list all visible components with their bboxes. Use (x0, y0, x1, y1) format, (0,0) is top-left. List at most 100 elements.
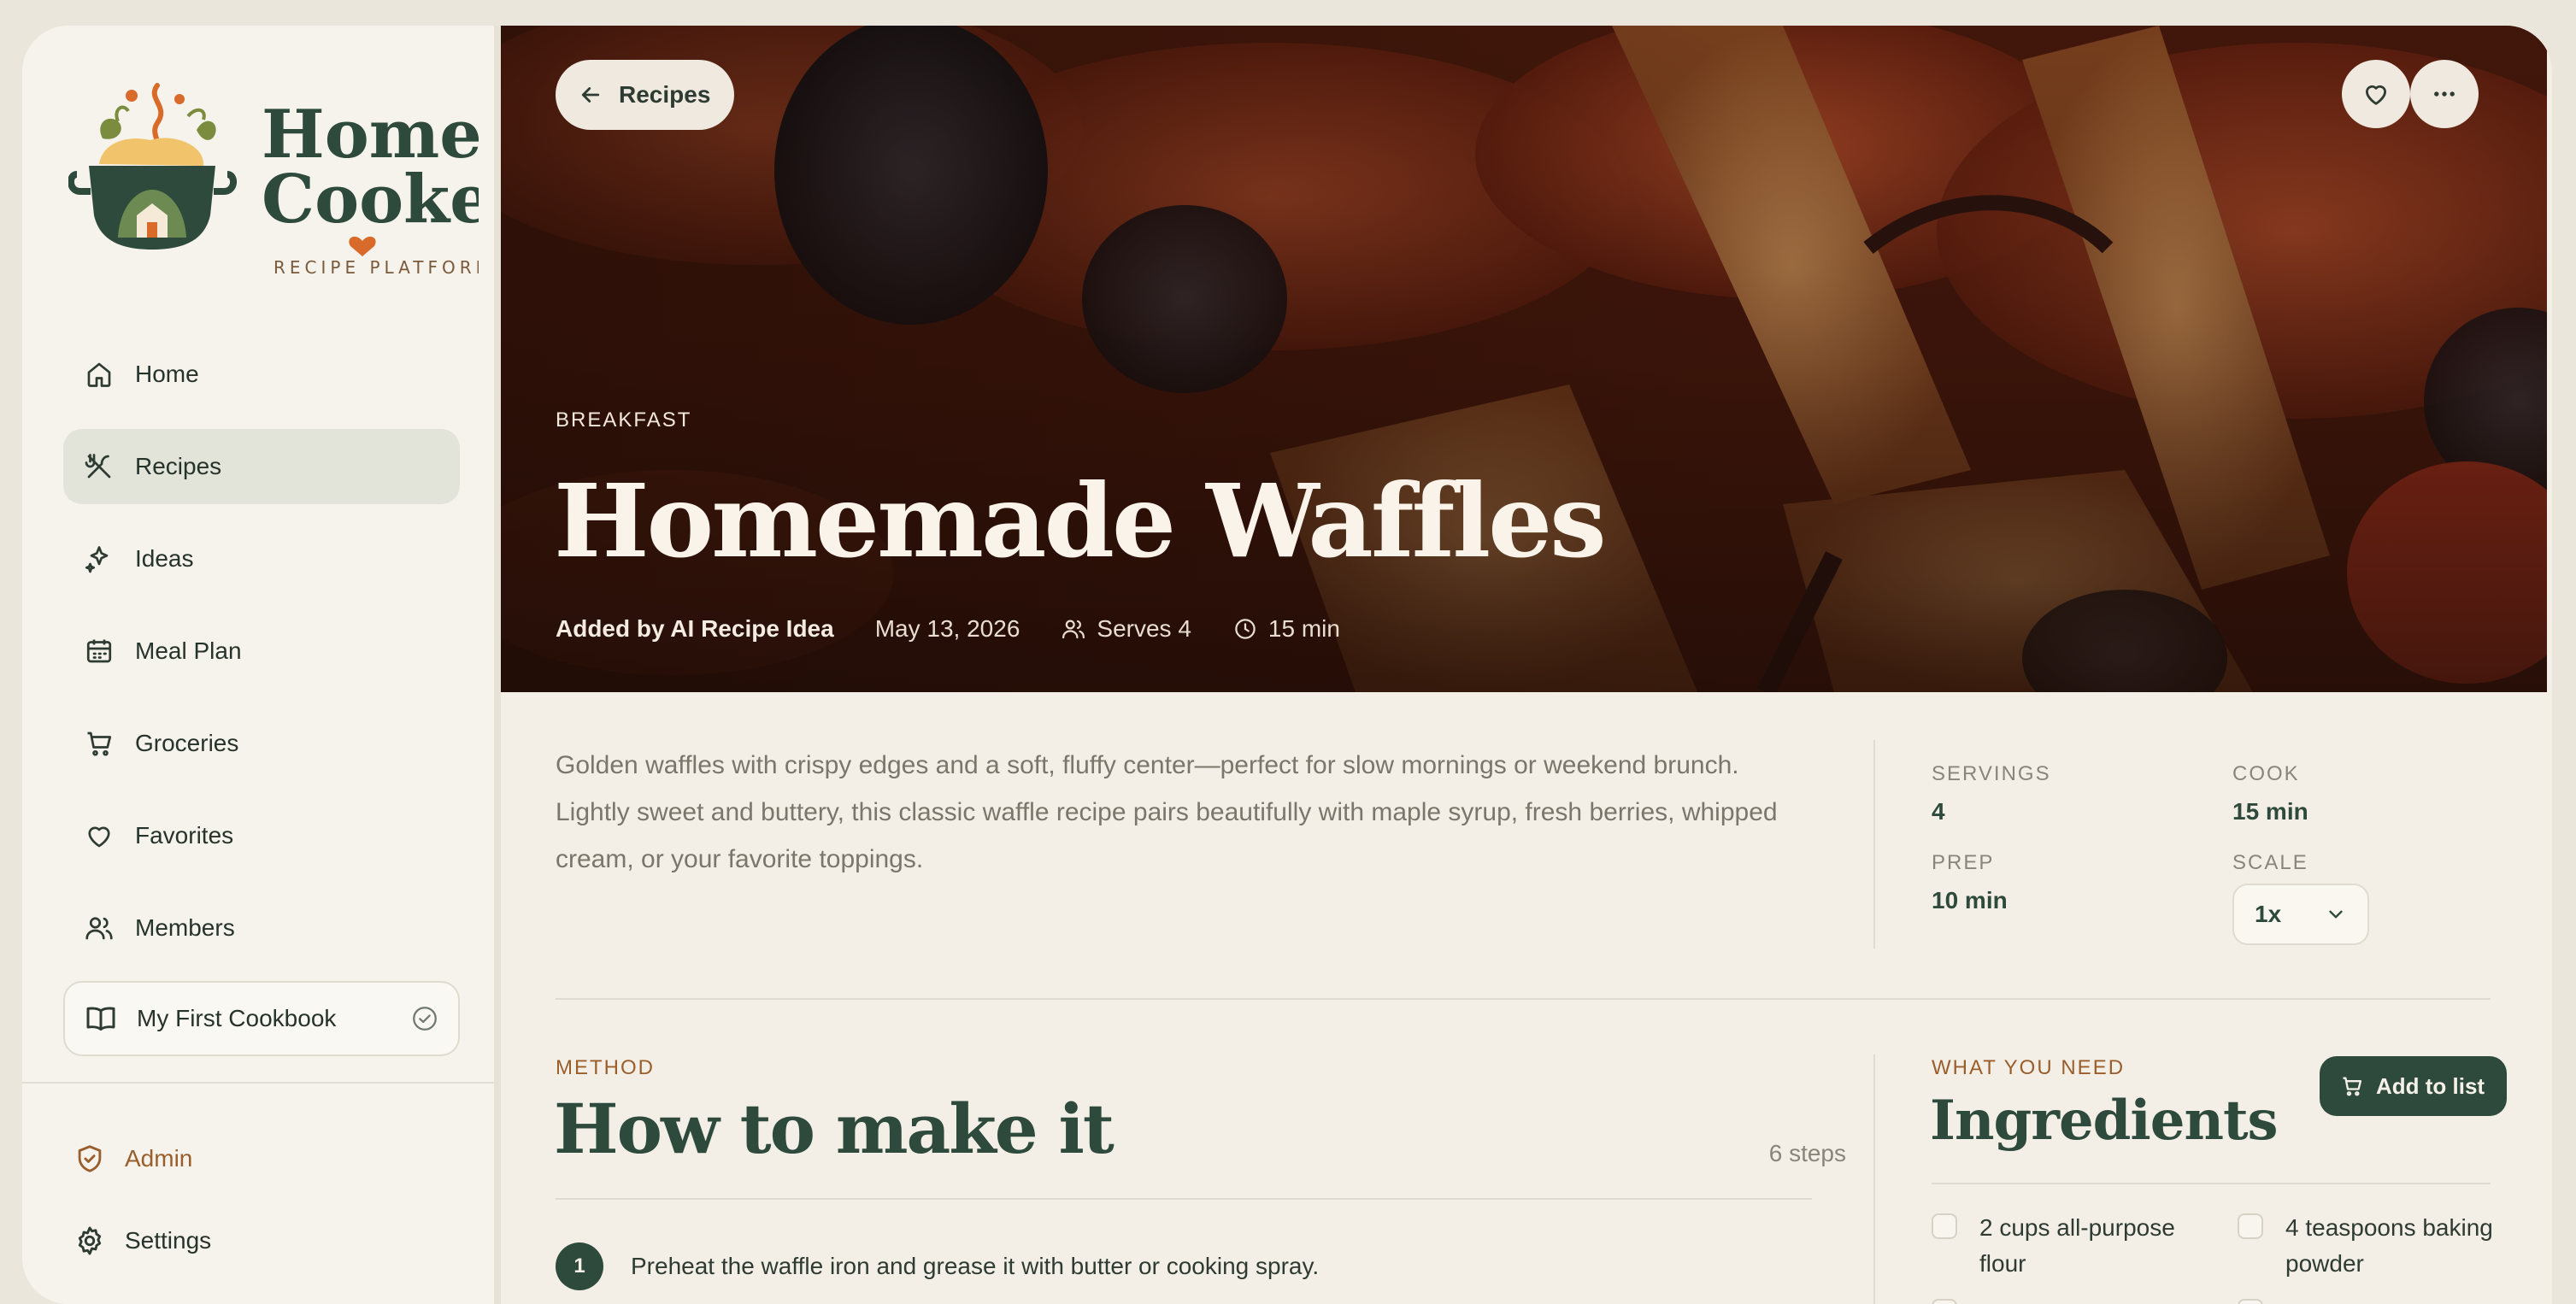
time-text: 15 min (1267, 615, 1340, 642)
recipe-author: Added by AI Recipe Idea (556, 615, 834, 642)
book-icon (84, 1001, 118, 1036)
stat-prep: PREP 10 min (1932, 851, 2008, 914)
sidebar-item-recipes[interactable]: Recipes (63, 429, 460, 504)
sidebar-item-label: Recipes (135, 453, 222, 479)
ingredients-divider (1932, 1183, 2491, 1184)
sidebar-footer: Admin Settings (74, 1133, 211, 1297)
stat-label: SCALE (2232, 851, 2308, 874)
shield-icon (78, 1145, 102, 1172)
sidebar-item-label: Home (135, 361, 199, 387)
utensils-icon (82, 449, 116, 484)
sidebar-item-label: Members (135, 914, 235, 941)
settings-label: Settings (125, 1227, 212, 1254)
hero-overlay (501, 26, 2547, 692)
step-number: 1 (556, 1242, 603, 1290)
users-icon (1062, 620, 1085, 639)
serves-meta: Serves 4 (1061, 615, 1191, 643)
clock-icon (1235, 619, 1256, 639)
ingredient-item: 1 teaspoon salt (1932, 1295, 2214, 1304)
divider (1873, 1054, 1875, 1304)
recipe-category: BREAKFAST (556, 408, 692, 432)
users-icon (82, 911, 116, 945)
ingredient-checkbox[interactable] (2238, 1299, 2263, 1304)
steps-count: 6 steps (1768, 1140, 1846, 1166)
sidebar-nav: Home Recipes Ideas Meal Plan Groceries F… (63, 337, 460, 1056)
ingredient-text: 1 cup granulated (2285, 1295, 2464, 1304)
scale-select[interactable]: 1x (2232, 884, 2369, 945)
sidebar-item-label: Groceries (135, 730, 239, 756)
stat-scale: SCALE 1x (2232, 851, 2369, 945)
more-options-button[interactable] (2410, 60, 2479, 128)
stat-label: PREP (1932, 851, 1995, 874)
sidebar-item-label: Favorites (135, 822, 234, 849)
ingredient-item: 4 teaspoons baking powder (2238, 1210, 2520, 1282)
scale-value: 1x (2255, 901, 2282, 927)
serves-text: Serves 4 (1097, 615, 1191, 642)
cookbook-label: My First Cookbook (137, 1005, 337, 1031)
ingredient-item: 2 cups all-purpose flour (1932, 1210, 2214, 1282)
sidebar-item-label: Ideas (135, 545, 194, 572)
hero-banner: Recipes BREAKFAST Homemade Waffles Added… (501, 26, 2547, 692)
method-eyebrow: METHOD (556, 1056, 655, 1079)
back-button-label: Recipes (619, 81, 711, 108)
favorite-button[interactable] (2342, 60, 2410, 128)
home-icon (82, 357, 116, 391)
recipe-detail: Recipes BREAKFAST Homemade Waffles Added… (501, 26, 2552, 1304)
ingredient-checkbox[interactable] (1932, 1213, 1957, 1239)
ingredient-checkbox[interactable] (2238, 1213, 2263, 1239)
svg-text:RECIPE PLATFORM: RECIPE PLATFORM (273, 257, 479, 278)
sidebar-divider (22, 1082, 494, 1084)
gear-icon (78, 1226, 102, 1255)
logo-pot-icon: Home Cooked RECIPE PLATFORM (68, 83, 538, 278)
cart-icon (2343, 1077, 2362, 1096)
recipe-title: Homemade Waffles (554, 461, 1607, 580)
ingredient-text: 2 cups all-purpose flour (1979, 1214, 2175, 1277)
ingredient-checkbox[interactable] (1932, 1299, 1957, 1304)
ingredient-item: 1 cup granulated (2238, 1295, 2520, 1304)
sidebar-item-settings[interactable]: Settings (74, 1215, 211, 1266)
admin-label: Admin (125, 1145, 193, 1172)
method-title: How to make it (554, 1089, 1115, 1169)
stat-value: 4 (1932, 798, 1945, 825)
stat-servings: SERVINGS 4 (1932, 762, 2051, 825)
method-step: 1 Preheat the waffle iron and grease it … (556, 1242, 1319, 1290)
check-circle-icon (413, 1007, 437, 1031)
add-to-list-button[interactable]: Add to list (2320, 1056, 2508, 1116)
sidebar-item-admin[interactable]: Admin (74, 1133, 211, 1184)
ingredients-title: Ingredients (1930, 1089, 2279, 1153)
more-horizontal-icon (2434, 91, 2455, 97)
ingredient-text: 4 teaspoons baking powder (2285, 1214, 2493, 1277)
recipe-description: Golden waffles with crispy edges and a s… (556, 751, 1778, 873)
app-window: Home Cooked RECIPE PLATFORM Home Recipes (22, 26, 2552, 1304)
step-text: Preheat the waffle iron and grease it wi… (631, 1253, 1320, 1279)
svg-text:Cooked: Cooked (262, 161, 479, 238)
stat-label: SERVINGS (1932, 762, 2051, 785)
recipe-date: May 13, 2026 (874, 615, 1020, 642)
sidebar-item-home[interactable]: Home (63, 337, 460, 412)
ingredient-text: 1 teaspoon salt (1979, 1295, 2142, 1304)
back-to-recipes-button[interactable]: Recipes (556, 60, 735, 130)
sidebar-item-members[interactable]: Members (63, 890, 460, 966)
ingredients-eyebrow: WHAT YOU NEED (1932, 1056, 2126, 1079)
sidebar-item-meal-plan[interactable]: Meal Plan (63, 614, 460, 689)
arrow-left-icon (581, 87, 600, 103)
chevron-down-icon (2329, 910, 2343, 919)
sidebar-item-ideas[interactable]: Ideas (63, 521, 460, 596)
sidebar-item-favorites[interactable]: Favorites (63, 798, 460, 873)
stat-value: 15 min (2232, 798, 2308, 825)
method-divider (556, 1198, 1812, 1200)
brand-logo[interactable]: Home Cooked RECIPE PLATFORM (68, 70, 538, 309)
heart-icon (82, 819, 116, 853)
sidebar-item-groceries[interactable]: Groceries (63, 706, 460, 781)
stat-label: COOK (2232, 762, 2300, 785)
cart-icon (82, 726, 116, 761)
stat-value: 10 min (1932, 887, 2008, 913)
heart-icon (2365, 85, 2387, 105)
sidebar: Home Cooked RECIPE PLATFORM Home Recipes (22, 26, 538, 1304)
section-divider (556, 998, 2491, 1000)
stat-cook: COOK 15 min (2232, 762, 2308, 825)
cookbook-selector[interactable]: My First Cookbook (63, 981, 460, 1056)
add-to-list-label: Add to list (2376, 1072, 2485, 1099)
time-meta: 15 min (1232, 615, 1340, 643)
sparkles-icon (82, 542, 116, 576)
